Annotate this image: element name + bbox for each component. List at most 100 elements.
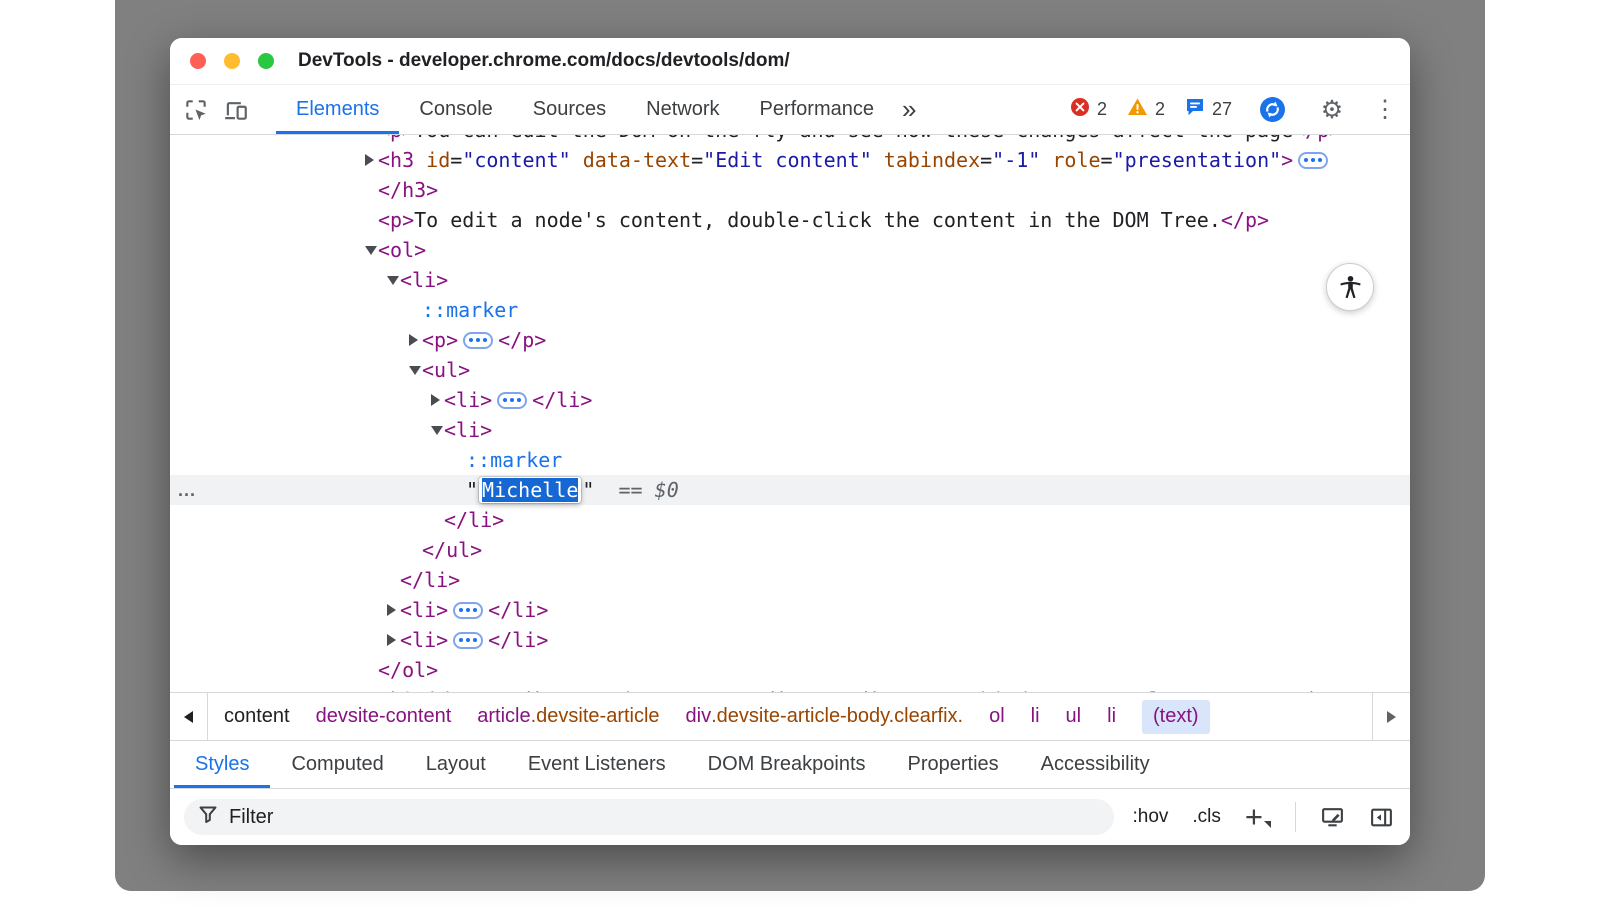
dom-tree-row-content: <h3 id="attributes" data-text="Edit attr… [170,685,1410,692]
code-token: </li> [488,598,548,622]
dom-tree-row[interactable]: <ul> [170,355,1410,385]
breadcrumb-item[interactable]: article.devsite-article [477,700,659,734]
expand-arrow-icon[interactable] [409,334,418,346]
sidebar-tab-layout[interactable]: Layout [405,741,507,788]
dom-tree-row-content: <li> [170,415,1410,445]
issues-badge[interactable]: 27 [1185,97,1232,122]
dom-tree-row[interactable]: ::marker [170,295,1410,325]
error-badge[interactable]: 2 [1070,97,1107,122]
breadcrumb-item[interactable]: ul [1066,700,1082,734]
tab-elements[interactable]: Elements [276,85,399,134]
collapse-arrow-icon[interactable] [387,276,399,285]
filter-input[interactable]: Filter [184,799,1114,835]
dom-tree-row[interactable]: <li></li> [170,385,1410,415]
dom-tree-row[interactable]: <li> [170,265,1410,295]
minimize-window-button[interactable] [224,53,240,69]
new-style-rule-button[interactable]: + [1245,805,1271,829]
expand-arrow-icon[interactable] [365,154,374,166]
device-toolbar-icon[interactable] [216,85,256,134]
code-token: "presentation" [1113,148,1282,172]
expand-arrow-icon[interactable] [387,604,396,616]
breadcrumb-item[interactable]: content [224,700,290,734]
breadcrumb-item[interactable]: li [1031,700,1040,734]
inline-expand-icon[interactable] [453,602,483,619]
tab-network[interactable]: Network [626,85,739,134]
sidebar-tab-styles[interactable]: Styles [174,741,270,788]
dom-tree-row[interactable]: </ol> [170,655,1410,685]
code-token: "content" [462,148,570,172]
dom-tree-row[interactable]: <h3 id="attributes" data-text="Edit attr… [170,685,1410,692]
dom-tree-row[interactable]: <li> [170,415,1410,445]
breadcrumb-segment: .devsite-article [531,705,660,728]
title-bar[interactable]: DevTools - developer.chrome.com/docs/dev… [170,38,1410,85]
code-token: $0 [655,478,679,502]
window-title: DevTools - developer.chrome.com/docs/dev… [298,50,790,72]
dom-tree-row[interactable]: </li> [170,505,1410,535]
dom-tree-row[interactable]: <p>You can edit the DOM on the fly and s… [170,135,1410,145]
dom-tree-row-content: ::marker [170,295,1410,325]
toggle-sidebar-icon[interactable] [1369,805,1394,830]
close-window-button[interactable] [190,53,206,69]
inline-expand-icon[interactable] [453,632,483,649]
sidebar-tab-properties[interactable]: Properties [887,741,1020,788]
dom-tree-row[interactable]: <p>To edit a node's content, double-clic… [170,205,1410,235]
expand-arrow-icon[interactable] [387,634,396,646]
breadcrumb-item-selected[interactable]: (text) [1142,700,1210,734]
dom-tree-row[interactable]: <ol> [170,235,1410,265]
dom-tree-row-content: </li> [170,505,1410,535]
dom-tree-row[interactable]: <h3 id="content" data-text="Edit content… [170,145,1410,175]
sidebar-tab-accessibility[interactable]: Accessibility [1020,741,1171,788]
tab-sources[interactable]: Sources [513,85,626,134]
rendering-icon[interactable] [1320,805,1345,830]
breadcrumb-item[interactable]: li [1107,700,1116,734]
extension-icon[interactable] [1252,96,1292,123]
node-text-edit-box[interactable]: Michelle [479,477,581,503]
inline-expand-icon[interactable] [497,392,527,409]
dom-tree-row[interactable]: <p></p> [170,325,1410,355]
sidebar-tab-computed[interactable]: Computed [270,741,404,788]
dom-tree-row[interactable]: </h3> [170,175,1410,205]
inline-expand-icon[interactable] [463,332,493,349]
dom-tree-row[interactable]: <li></li> [170,625,1410,655]
breadcrumb-item[interactable]: devsite-content [316,700,452,734]
zoom-window-button[interactable] [258,53,274,69]
breadcrumb-segment: content [224,705,290,728]
inspect-element-icon[interactable] [176,85,216,134]
dom-tree-row[interactable]: <li> </li> [170,595,1410,625]
collapse-arrow-icon[interactable] [365,246,377,255]
window-controls [190,38,274,84]
inline-expand-icon[interactable] [1298,152,1328,169]
tab-console[interactable]: Console [399,85,512,134]
toggle-element-state-button[interactable]: :hov [1132,806,1168,828]
accessibility-overlay-icon[interactable] [1326,263,1374,311]
panel-tab-strip: ElementsConsoleSourcesNetworkPerformance [276,85,894,134]
code-token: > [1281,148,1293,172]
breadcrumb-item[interactable]: ol [989,700,1005,734]
dom-tree-row-content: <h3 id="content" data-text="Edit content… [170,145,1410,175]
collapse-arrow-icon[interactable] [409,366,421,375]
breadcrumb-scroll-right-button[interactable] [1372,693,1410,740]
sidebar-tab-dom-breakpoints[interactable]: DOM Breakpoints [687,741,887,788]
more-tabs-icon[interactable]: » [894,85,924,134]
issue-count: 27 [1212,99,1232,120]
breadcrumb-item[interactable]: div.devsite-article-body.clearfix. [686,700,964,734]
sidebar-tab-event-listeners[interactable]: Event Listeners [507,741,687,788]
dom-tree-row[interactable]: </li> [170,565,1410,595]
warning-badge[interactable]: 2 [1127,97,1165,122]
collapse-arrow-icon[interactable] [431,426,443,435]
kebab-menu-icon[interactable]: ⋮ [1372,95,1398,124]
code-token [414,148,426,172]
toggle-classes-button[interactable]: .cls [1192,806,1221,828]
code-token: <li> [400,598,448,622]
code-token: role [1052,148,1100,172]
expand-arrow-icon[interactable] [431,394,440,406]
code-token: == [619,478,643,502]
breadcrumb-scroll-left-button[interactable] [170,693,208,740]
dom-tree-row[interactable]: </ul> [170,535,1410,565]
tab-performance[interactable]: Performance [740,85,895,134]
dom-tree-row[interactable]: ::marker [170,445,1410,475]
settings-gear-icon[interactable]: ⚙ [1312,95,1352,125]
dom-tree-row[interactable]: ..."Michelle" == $0 [170,475,1410,505]
code-token: "-1" [992,148,1040,172]
breadcrumb-list: content devsite-content article.devsite-ar… [208,693,1226,740]
